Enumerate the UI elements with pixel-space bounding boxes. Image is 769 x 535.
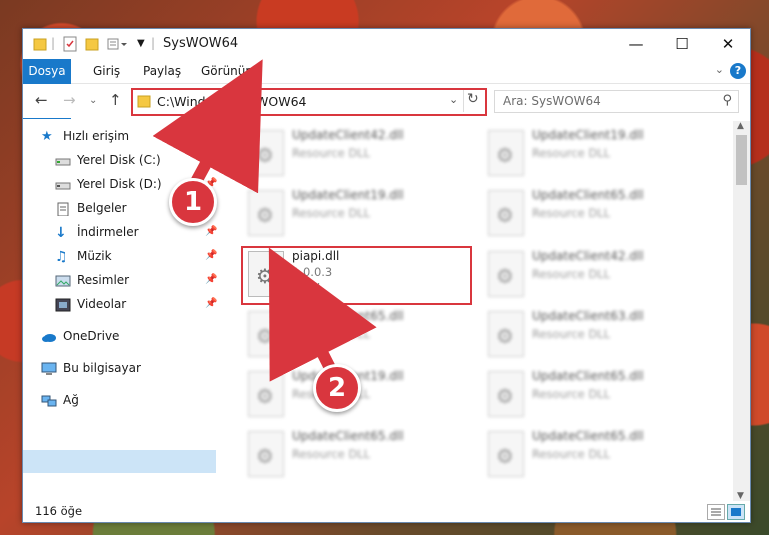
callout-arrows bbox=[152, 59, 377, 382]
arrow-to-piapi bbox=[268, 247, 377, 382]
arrow-to-address-bar bbox=[152, 59, 263, 194]
callout-1: 1 bbox=[169, 178, 217, 226]
callout-2: 2 bbox=[313, 364, 361, 412]
